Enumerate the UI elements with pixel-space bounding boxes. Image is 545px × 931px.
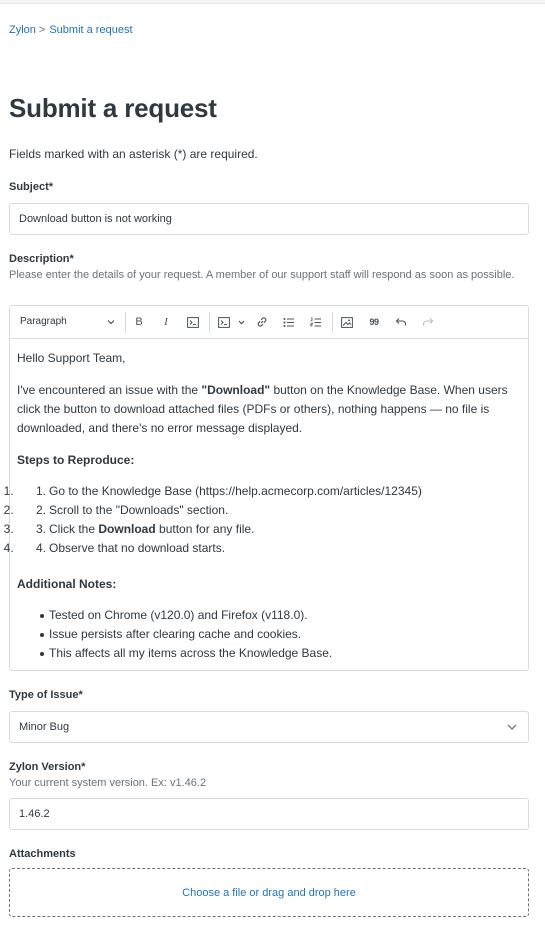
steps-heading: Steps to Reproduce: [17, 453, 135, 467]
list-item: 3.Click the Download button for any file… [17, 520, 512, 539]
intro-bold-text: "Download" [201, 383, 271, 397]
code-icon[interactable] [185, 314, 201, 330]
version-input[interactable] [9, 798, 529, 830]
list-item: 2.Scroll to the "Downloads" section. [17, 501, 512, 520]
subject-input[interactable] [9, 203, 529, 235]
dropzone-text[interactable]: Choose a file or drag and drop here [182, 887, 356, 899]
image-icon[interactable] [339, 314, 355, 330]
toolbar-divider [209, 312, 210, 333]
bulleted-list-icon[interactable] [281, 314, 297, 330]
undo-icon[interactable] [393, 314, 409, 330]
chevron-down-icon[interactable] [238, 320, 245, 325]
numbered-list-icon[interactable] [308, 314, 324, 330]
list-item: Issue persists after clearing cache and … [17, 625, 512, 644]
redo-icon[interactable] [420, 314, 436, 330]
list-item: Tested on Chrome (v120.0) and Firefox (v… [17, 606, 512, 625]
toolbar-divider [332, 312, 333, 333]
notes-heading: Additional Notes: [17, 577, 117, 591]
list-item: This affects all my items across the Kno… [17, 644, 512, 663]
intro-paragraph: I've encountered an issue with the "Down… [17, 383, 508, 435]
issue-type-select[interactable]: Minor Bug [9, 711, 529, 743]
description-editor: Paragraph B I 99 Hello Support Team, I'v… [9, 305, 529, 671]
top-bar [0, 0, 545, 4]
link-icon[interactable] [254, 314, 270, 330]
version-label: Zylon Version* [9, 761, 86, 773]
italic-button[interactable]: I [158, 314, 174, 330]
chevron-down-icon [507, 724, 517, 730]
blockquote-button[interactable]: 99 [366, 314, 382, 330]
paragraph-format-select[interactable]: Paragraph [20, 316, 67, 327]
notes-list: Tested on Chrome (v120.0) and Firefox (v… [17, 606, 512, 663]
description-label: Description* [9, 253, 74, 265]
list-item: 4.Observe that no download starts. [17, 539, 512, 558]
code-block-icon[interactable] [216, 314, 232, 330]
attachments-label: Attachments [9, 848, 76, 860]
toolbar-divider [125, 312, 126, 333]
chevron-down-icon[interactable] [107, 319, 115, 325]
breadcrumb-home-link[interactable]: Zylon [9, 24, 36, 36]
steps-list: 1.Go to the Knowledge Base (https://help… [17, 482, 512, 558]
bold-button[interactable]: B [131, 314, 147, 330]
breadcrumb-current-link[interactable]: Submit a request [49, 24, 132, 36]
version-hint: Your current system version. Ex: v1.46.2 [9, 777, 207, 789]
list-item: 1.Go to the Knowledge Base (https://help… [17, 482, 512, 501]
required-fields-note: Fields marked with an asterisk (*) are r… [9, 147, 258, 161]
description-hint: Please enter the details of your request… [9, 269, 515, 281]
greeting-text: Hello Support Team, [17, 351, 126, 365]
breadcrumb-separator: > [38, 24, 46, 36]
editor-toolbar: Paragraph B I 99 [10, 306, 528, 339]
subject-label: Subject* [9, 181, 54, 193]
breadcrumb: Zylon > Submit a request [9, 24, 133, 36]
attachments-dropzone[interactable]: Choose a file or drag and drop here [9, 868, 529, 917]
issue-type-label: Type of Issue* [9, 689, 83, 701]
page-title: Submit a request [9, 93, 217, 123]
issue-type-value: Minor Bug [19, 721, 70, 733]
